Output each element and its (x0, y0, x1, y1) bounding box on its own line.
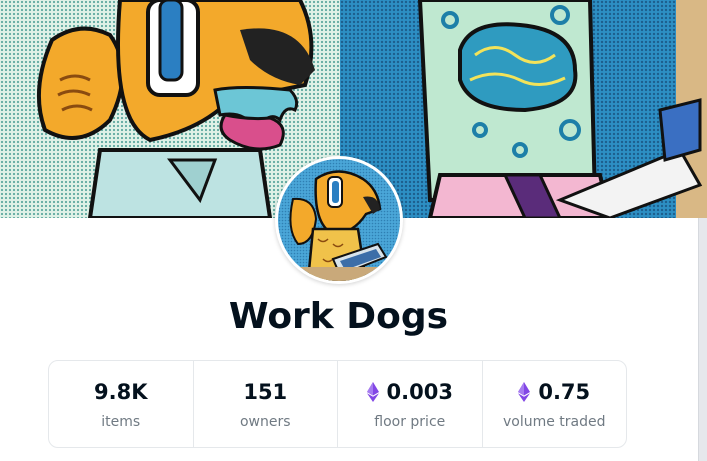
stat-volume-traded[interactable]: 0.75 volume traded (483, 361, 627, 447)
stat-items-label: items (101, 414, 141, 430)
scrollbar[interactable] (698, 218, 707, 461)
stats-bar: 9.8K items 151 owners 0.003 floor price … (48, 360, 627, 448)
stat-owners-value: 151 (243, 378, 287, 406)
collection-avatar[interactable] (275, 156, 403, 284)
stat-volume-traded-value: 0.75 (518, 378, 590, 406)
ethereum-icon (518, 382, 531, 402)
avatar-image (278, 159, 400, 281)
collection-title: Work Dogs (228, 296, 449, 337)
stat-floor-price-value: 0.003 (366, 378, 453, 406)
stat-items[interactable]: 9.8K items (49, 361, 194, 447)
stat-owners[interactable]: 151 owners (194, 361, 338, 447)
stat-floor-price[interactable]: 0.003 floor price (338, 361, 483, 447)
stat-items-number: 9.8K (94, 380, 148, 404)
ethereum-icon (366, 382, 379, 402)
stat-items-value: 9.8K (94, 378, 147, 406)
stat-volume-traded-number: 0.75 (538, 380, 591, 404)
stat-floor-price-number: 0.003 (386, 380, 453, 404)
stat-volume-traded-label: volume traded (502, 414, 606, 430)
stat-owners-number: 151 (243, 380, 288, 404)
stat-floor-price-label: floor price (374, 414, 446, 430)
stat-owners-label: owners (239, 414, 291, 430)
